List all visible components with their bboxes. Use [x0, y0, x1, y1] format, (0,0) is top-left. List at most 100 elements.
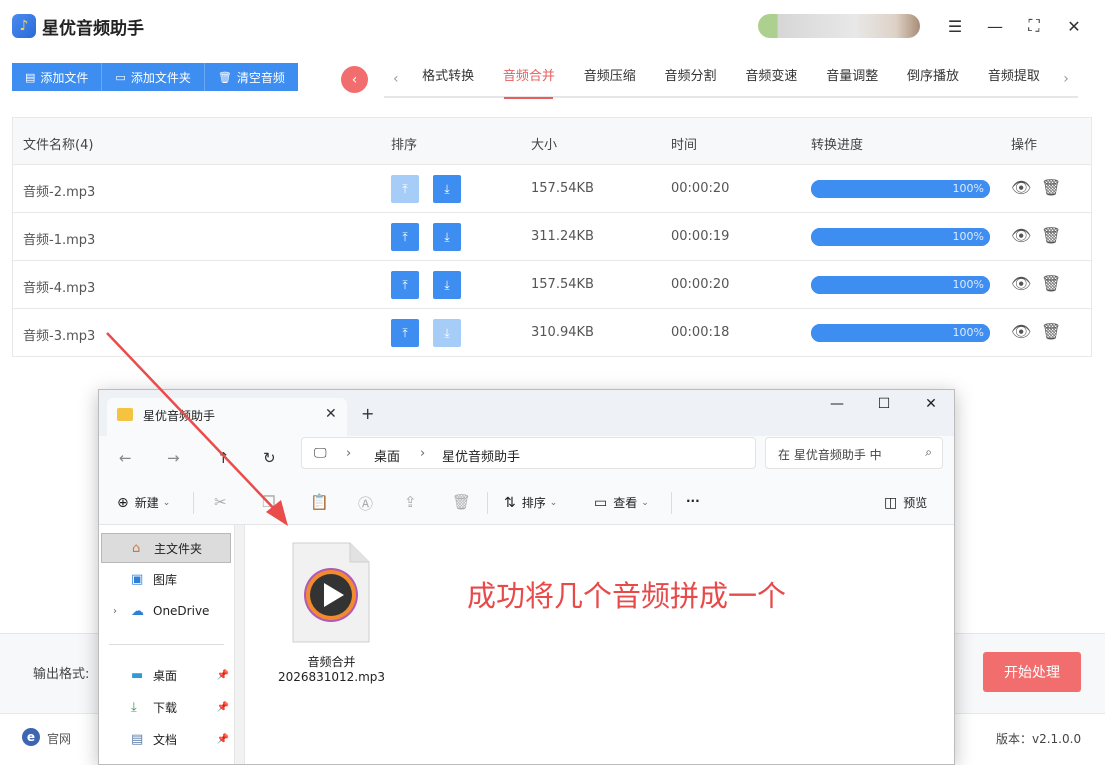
- add-folder-label: 添加文件夹: [130, 70, 191, 85]
- tab-volume-adjust[interactable]: 音量调整: [812, 61, 893, 97]
- table-row[interactable]: 音频-4.mp3 ⤒ ⤓ 157.54KB 00:00:20 100% 👁 🗑: [13, 261, 1091, 309]
- preview-button[interactable]: ◫ 预览: [884, 494, 927, 511]
- tab-audio-split[interactable]: 音频分割: [650, 61, 731, 97]
- chevron-down-icon: ⌄: [549, 497, 558, 508]
- move-up-button[interactable]: ⤒: [391, 319, 419, 347]
- arrow-down-icon: ⤓: [444, 277, 450, 292]
- move-down-button[interactable]: ⤓: [433, 271, 461, 299]
- move-down-button[interactable]: ⤓: [433, 175, 461, 203]
- header-size: 大小: [531, 138, 558, 153]
- add-file-button[interactable]: ▤ 添加文件: [12, 63, 103, 91]
- breadcrumb-desktop[interactable]: 桌面: [374, 446, 400, 465]
- header-sort: 排序: [391, 138, 418, 153]
- expand-chevron-icon[interactable]: ›: [113, 606, 117, 617]
- collapse-back-button[interactable]: ‹: [341, 66, 368, 93]
- nav-item-label: OneDrive: [153, 604, 210, 618]
- settings-sliders-icon[interactable]: ☰: [943, 14, 967, 38]
- share-icon[interactable]: ⇪: [404, 493, 417, 511]
- row-duration: 00:00:19: [671, 229, 730, 244]
- start-process-button[interactable]: 开始处理: [983, 652, 1081, 692]
- preview-eye-icon[interactable]: 👁: [1011, 226, 1031, 245]
- tab-audio-compress[interactable]: 音频压缩: [569, 61, 650, 97]
- tab-audio-extract[interactable]: 音频提取: [973, 61, 1054, 97]
- table-row[interactable]: 音频-2.mp3 ⤒ ⤓ 157.54KB 00:00:20 100% 👁 🗑: [13, 165, 1091, 213]
- preview-eye-icon[interactable]: 👁: [1011, 322, 1031, 341]
- nav-item-onedrive[interactable]: › ☁ OneDrive: [101, 596, 231, 626]
- tab-scroll-right-icon[interactable]: ›: [1054, 71, 1078, 87]
- sort-button[interactable]: ⇅ 排序 ⌄: [504, 494, 557, 511]
- media-play-file-icon[interactable]: [292, 542, 370, 643]
- move-up-button[interactable]: ⤒: [391, 175, 419, 203]
- maximize-icon[interactable]: ⛶: [1022, 14, 1046, 38]
- row-duration: 00:00:20: [671, 181, 730, 196]
- delete-trash-icon[interactable]: 🗑: [1041, 178, 1061, 197]
- explorer-minimize-icon[interactable]: —: [827, 396, 847, 412]
- nav-item-downloads[interactable]: ⤓ 下载 📌: [101, 692, 231, 722]
- annotation-text: 成功将几个音频拼成一个: [467, 579, 787, 613]
- row-file-name: 音频-2.mp3: [23, 185, 96, 200]
- home-icon: ⌂: [132, 540, 141, 556]
- nav-item-gallery[interactable]: ▣ 图库: [101, 564, 231, 594]
- preview-eye-icon[interactable]: 👁: [1011, 178, 1031, 197]
- move-up-button[interactable]: ⤒: [391, 271, 419, 299]
- nav-scrollbar[interactable]: [235, 525, 245, 764]
- forward-arrow-icon[interactable]: →: [167, 449, 180, 467]
- new-button[interactable]: ⊕ 新建 ⌄: [117, 494, 170, 511]
- cloud-icon: ☁: [131, 603, 144, 619]
- explorer-tab-bar: 星优音频助手 ✕ + — ☐ ✕: [99, 390, 954, 436]
- new-tab-icon[interactable]: +: [361, 404, 374, 423]
- minimize-icon[interactable]: —: [983, 14, 1007, 38]
- close-icon[interactable]: ✕: [1062, 14, 1086, 38]
- tab-reverse-play[interactable]: 倒序播放: [893, 61, 974, 97]
- delete-trash-icon[interactable]: 🗑: [1041, 274, 1061, 293]
- view-button[interactable]: ▭ 查看 ⌄: [594, 494, 649, 511]
- view-label: 查看: [613, 496, 638, 510]
- delete-icon[interactable]: 🗑: [452, 493, 471, 511]
- delete-trash-icon[interactable]: 🗑: [1041, 322, 1061, 341]
- tab-audio-merge[interactable]: 音频合并: [488, 61, 569, 99]
- delete-trash-icon[interactable]: 🗑: [1041, 226, 1061, 245]
- nav-item-home[interactable]: ⌂ 主文件夹: [101, 533, 231, 563]
- file-name[interactable]: 音频合并: [264, 653, 399, 670]
- tab-audio-speed[interactable]: 音频变速: [731, 61, 812, 97]
- file-name-extension[interactable]: 2026831012.mp3: [264, 670, 399, 684]
- explorer-close-icon[interactable]: ✕: [921, 396, 941, 412]
- file-table: 文件名称(4) 排序 大小 时间 转换进度 操作 音频-2.mp3 ⤒ ⤓ 157.5…: [12, 117, 1092, 357]
- move-down-button[interactable]: ⤓: [433, 319, 461, 347]
- explorer-tab[interactable]: 星优音频助手 ✕: [107, 398, 347, 436]
- official-site-link[interactable]: 官网: [47, 730, 71, 747]
- clear-audio-button[interactable]: 🗑 清空音频: [204, 63, 298, 91]
- document-icon: ▤: [131, 731, 144, 747]
- search-input[interactable]: 在 星优音频助手 中 ⌕: [765, 437, 943, 469]
- explorer-maximize-icon[interactable]: ☐: [874, 396, 894, 412]
- table-row[interactable]: 音频-1.mp3 ⤒ ⤓ 311.24KB 00:00:19 100% 👁 🗑: [13, 213, 1091, 261]
- sort-arrows-icon: ⇅: [504, 494, 516, 511]
- user-avatar[interactable]: [758, 14, 920, 38]
- explorer-tab-title: 星优音频助手: [143, 409, 216, 423]
- table-row[interactable]: 音频-3.mp3 ⤒ ⤓ 310.94KB 00:00:18 100% 👁 🗑: [13, 309, 1091, 357]
- nav-item-documents[interactable]: ▤ 文档 📌: [101, 724, 231, 754]
- tab-format-convert[interactable]: 格式转换: [408, 61, 489, 97]
- back-arrow-icon[interactable]: ←: [119, 449, 132, 467]
- tab-close-icon[interactable]: ✕: [325, 406, 337, 422]
- command-bar: ⊕ 新建 ⌄ ✂ ❐ 📋 Ⓐ ⇪ 🗑 ⇅ 排序 ⌄ ▭ 查看 ⌄ ··· ◫ 预…: [99, 482, 954, 525]
- rename-icon[interactable]: Ⓐ: [358, 493, 373, 514]
- move-up-button[interactable]: ⤒: [391, 223, 419, 251]
- website-icon[interactable]: e: [22, 728, 40, 746]
- paste-icon[interactable]: 📋: [310, 493, 329, 511]
- move-down-button[interactable]: ⤓: [433, 223, 461, 251]
- cut-icon[interactable]: ✂: [214, 493, 227, 511]
- copy-icon[interactable]: ❐: [262, 493, 275, 511]
- app-title: 星优音频助手: [42, 19, 144, 39]
- address-bar[interactable]: 🖵 › 桌面 › 星优音频助手: [301, 437, 756, 469]
- preview-eye-icon[interactable]: 👁: [1011, 274, 1031, 293]
- more-options-button[interactable]: ···: [686, 494, 700, 508]
- tab-scroll-left-icon[interactable]: ‹: [384, 71, 408, 87]
- refresh-icon[interactable]: ↻: [263, 449, 276, 467]
- add-folder-button[interactable]: ▭ 添加文件夹: [102, 63, 205, 91]
- breadcrumb-current-folder[interactable]: 星优音频助手: [442, 446, 520, 465]
- up-arrow-icon[interactable]: ↑: [217, 449, 230, 467]
- sort-label: 排序: [521, 496, 546, 510]
- nav-item-desktop[interactable]: ▬ 桌面 📌: [101, 660, 231, 690]
- progress-bar: 100%: [811, 180, 990, 198]
